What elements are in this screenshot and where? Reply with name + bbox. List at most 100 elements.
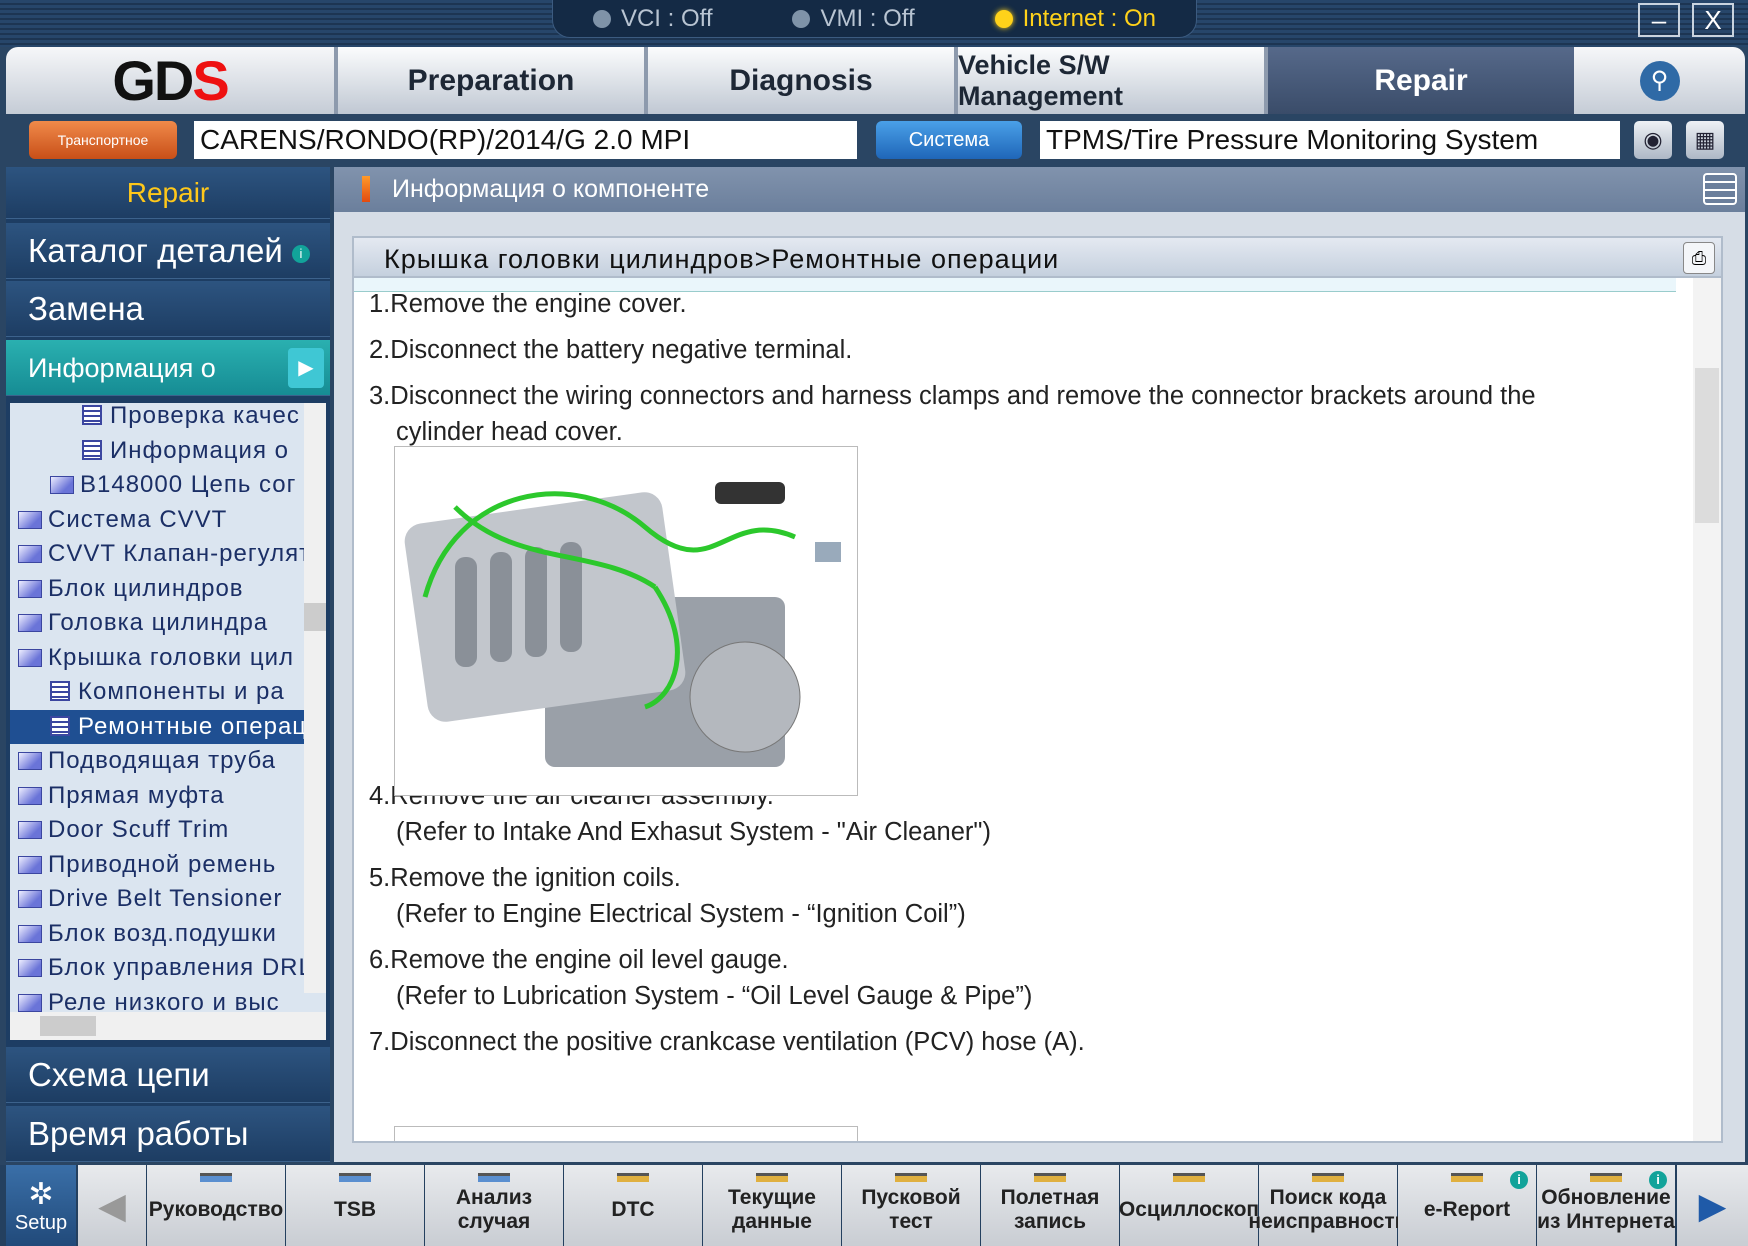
folder-icon: [18, 855, 42, 874]
toolbar-button[interactable]: i Обновление из Интернета: [1537, 1165, 1675, 1246]
setup-button[interactable]: ✲ Setup: [6, 1165, 76, 1246]
step-item: 2.Disconnect the battery negative termin…: [369, 332, 1699, 368]
search-button[interactable]: ⚲: [1574, 47, 1745, 114]
tree-item-label: Door Scuff Trim: [48, 816, 230, 843]
tree-item[interactable]: CVVT Клапан-регулят: [18, 537, 311, 571]
folder-icon: [18, 614, 42, 632]
step-number: 7.: [369, 1028, 391, 1056]
tree-item[interactable]: Приводной ремень: [18, 848, 276, 882]
toolbar-button-label: Полетная запись: [1000, 1185, 1100, 1233]
sidebar-item-component-info[interactable]: Информация о компоненте▶: [6, 340, 330, 439]
layout-button[interactable]: ▦: [1686, 121, 1724, 159]
tree-item[interactable]: Проверка качес: [82, 403, 300, 433]
tab-preparation[interactable]: Preparation: [334, 47, 644, 114]
step-number: 6.: [369, 946, 391, 974]
internet-indicator-icon: [994, 9, 1013, 28]
scrollbar-thumb[interactable]: [40, 1016, 96, 1036]
toolbar-button[interactable]: Осциллоскоп: [1118, 1165, 1260, 1246]
folder-icon: [18, 821, 42, 839]
tab-repair[interactable]: Repair: [1264, 47, 1574, 114]
tree-item[interactable]: Система CVVT: [18, 503, 227, 537]
step-item: 1.Remove the engine cover.: [369, 286, 1699, 322]
toolbar-button[interactable]: i e-Report: [1398, 1165, 1536, 1246]
vci-indicator-icon: [592, 9, 611, 28]
print-button[interactable]: ⎙: [1683, 242, 1715, 274]
toolbar-button-label: Руководство: [148, 1197, 284, 1221]
tree-item[interactable]: Крышка головки цил: [18, 641, 294, 675]
step-text: Remove the engine oil level gauge.: [390, 946, 789, 974]
sidebar-item-circuit[interactable]: Схема цепи: [6, 1047, 330, 1103]
tab-diagnosis[interactable]: Diagnosis: [644, 47, 954, 114]
tree-item-label: Прямая муфта: [48, 781, 225, 809]
toolbar-button-label: Пусковой тест: [861, 1185, 961, 1233]
screenshot-button[interactable]: ◉: [1634, 121, 1672, 159]
bottom-toolbar: ✲ Setup ◀ Руководство TSB Анализ случая DTC Т…: [0, 1165, 1748, 1246]
step-number: 1.: [369, 290, 391, 318]
step-note: (Refer to Lubrication System - “Oil Leve…: [396, 982, 1033, 1010]
toolbar-button-label: Осциллоскоп: [1118, 1197, 1260, 1221]
folder-icon: [18, 752, 42, 770]
toolbar-button[interactable]: Текущие данные: [703, 1165, 841, 1246]
document-icon: [50, 681, 70, 701]
tree-horizontal-scrollbar[interactable]: [10, 1012, 326, 1040]
tree-item[interactable]: Блок управления DRL: [18, 951, 313, 985]
category-flag-icon: [478, 1173, 510, 1182]
sidebar-item-work-time[interactable]: Время работы: [6, 1106, 330, 1162]
tree-item[interactable]: Информация о: [82, 434, 289, 468]
toolbar-button[interactable]: Поиск кода неисправности: [1248, 1165, 1408, 1246]
toolbar-button-label: Обновление из Интернета: [1537, 1185, 1675, 1233]
toolbar-button[interactable]: TSB: [286, 1165, 424, 1246]
toolbar-button[interactable]: DTC: [564, 1165, 702, 1246]
tree-vertical-scrollbar[interactable]: [304, 403, 326, 993]
gds-logo: GD S: [112, 49, 229, 112]
step-item: 5.Remove the ignition coils. (Refer to En…: [369, 860, 1699, 932]
folder-icon: [18, 510, 42, 529]
scroll-right-button[interactable]: ▶: [1677, 1165, 1748, 1246]
vci-label: VCI : Off: [620, 4, 713, 32]
tree-item[interactable]: Drive Belt Tensioner: [18, 882, 282, 916]
vehicle-select-button[interactable]: Транспортное средство: [29, 121, 177, 186]
scroll-left-button[interactable]: ◀: [78, 1165, 146, 1246]
system-field[interactable]: TPMS/Tire Pressure Monitoring System: [1040, 121, 1620, 159]
info-icon: i: [1510, 1171, 1528, 1189]
tree-item[interactable]: Головка цилиндра: [18, 606, 268, 640]
toolbar-button-label: Текущие данные: [728, 1185, 816, 1233]
toolbar-button[interactable]: Полетная запись: [981, 1165, 1119, 1246]
document-icon: [50, 715, 70, 736]
tree-item[interactable]: Door Scuff Trim: [18, 813, 229, 847]
toolbar-button[interactable]: Анализ случая: [425, 1165, 563, 1246]
tree-item-label: Блок цилиндров: [48, 574, 244, 602]
chevron-right-icon: ▶: [288, 348, 324, 388]
tree-item[interactable]: B148000 Цепь сог: [50, 468, 296, 502]
tree-item[interactable]: Ремонтные операц: [10, 709, 308, 744]
sidebar-item-replace[interactable]: Замена: [6, 281, 330, 337]
toolbar-button-label: Анализ случая: [455, 1185, 533, 1233]
toolbar-button-label: DTC: [611, 1197, 655, 1221]
step-note: cylinder head cover.: [396, 418, 623, 446]
minimize-button[interactable]: –: [1638, 3, 1680, 37]
main-nav: GD S Preparation Diagnosis Vehicle S/W Ma…: [6, 47, 1745, 114]
next-image: [394, 1126, 858, 1141]
tree-item[interactable]: Подводящая труба: [18, 744, 276, 778]
system-select-button[interactable]: Система: [876, 121, 1022, 159]
vehicle-field[interactable]: CARENS/RONDO(RP)/2014/G 2.0 MPI: [194, 121, 857, 159]
arrow-left-icon: ◀: [98, 1184, 126, 1226]
category-flag-icon: [895, 1173, 927, 1182]
sidebar-item-catalog[interactable]: Каталог деталей i: [6, 223, 330, 279]
scrollbar-thumb[interactable]: [304, 603, 326, 631]
close-button[interactable]: X: [1692, 3, 1734, 37]
step-text: Remove the engine cover.: [390, 290, 687, 318]
component-tree: Проверка качес Информация о B148000 Цепь с…: [6, 399, 330, 1044]
tree-item[interactable]: Блок цилиндров: [18, 572, 244, 606]
tree-item[interactable]: Прямая муфта: [18, 779, 225, 813]
toolbar-button[interactable]: Руководство: [147, 1165, 285, 1246]
tab-vehicle-sw-management[interactable]: Vehicle S/W Management: [954, 47, 1264, 114]
toolbar-button[interactable]: Пусковой тест: [842, 1165, 980, 1246]
folder-icon: [18, 579, 42, 598]
folder-icon: [18, 959, 42, 977]
tree-item[interactable]: Блок возд.подушки: [18, 917, 277, 951]
tree-item[interactable]: Компоненты и ра: [50, 675, 285, 709]
content-breadcrumb: Крышка головки цилиндров>Ремонтные опера…: [354, 238, 1721, 278]
panel-menu-icon[interactable]: [1703, 173, 1737, 205]
vmi-indicator-icon: [792, 9, 811, 28]
